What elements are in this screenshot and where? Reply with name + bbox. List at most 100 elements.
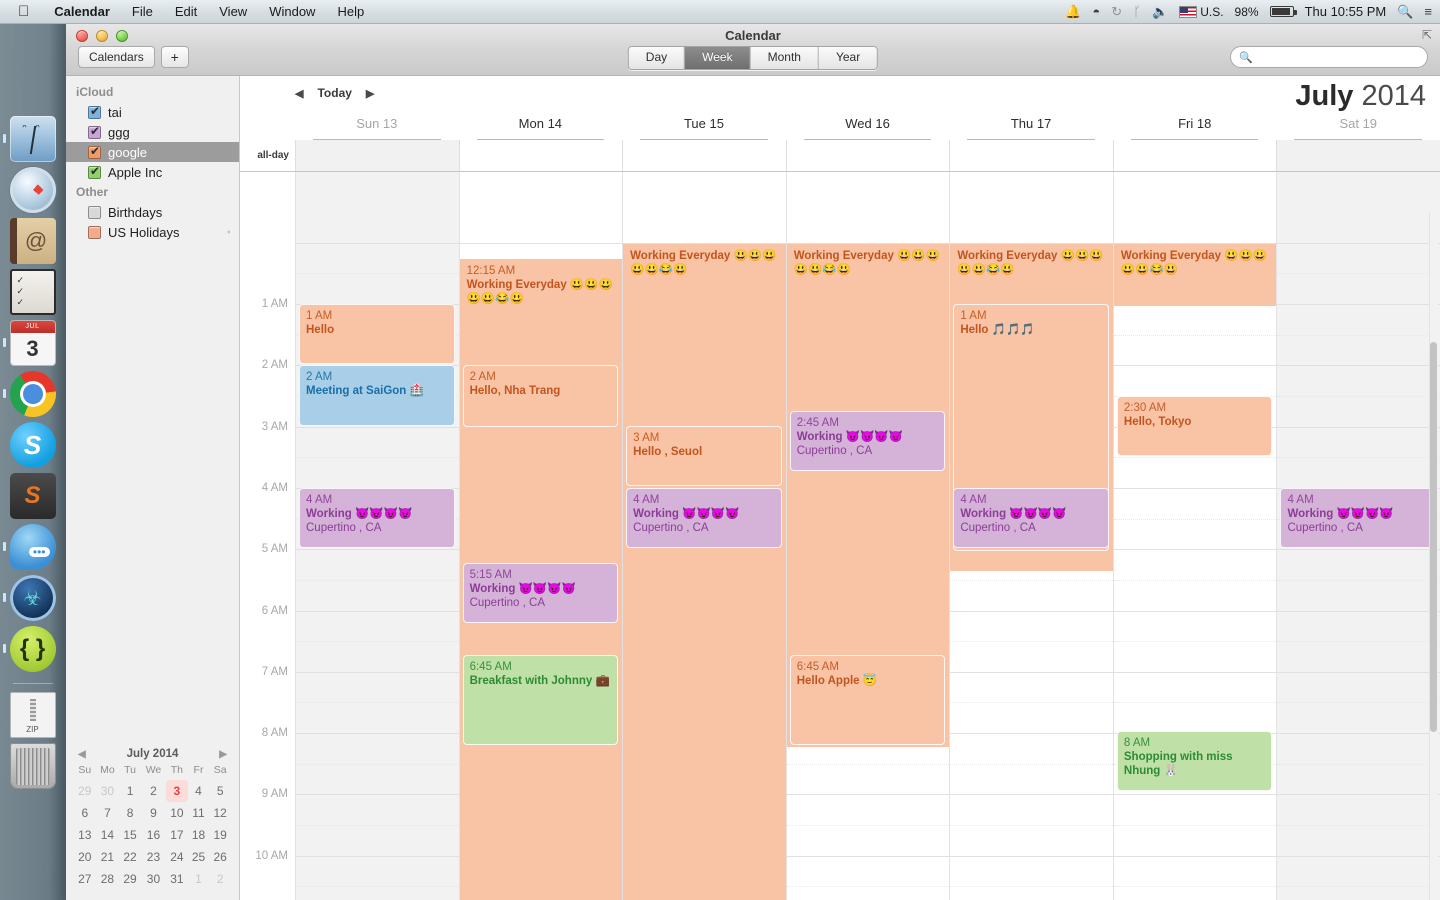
dock-item-chrome[interactable]: [2, 371, 56, 417]
dock-item-reminders[interactable]: [9, 269, 56, 315]
mini-day-cell[interactable]: 12: [209, 802, 231, 824]
sidebar-item-tai[interactable]: tai: [66, 102, 239, 122]
dock-item-brackets[interactable]: { }: [2, 626, 56, 672]
mini-day-cell[interactable]: 29: [119, 868, 141, 890]
menu-item-calendar[interactable]: Calendar: [43, 0, 121, 24]
sidebar-item-apple-inc[interactable]: Apple Inc: [66, 162, 239, 182]
mini-day-cell[interactable]: 29: [74, 780, 96, 802]
day-header-5[interactable]: Fri 18: [1130, 116, 1259, 140]
mini-day-cell[interactable]: 13: [74, 824, 96, 846]
search-input[interactable]: 🔍: [1230, 46, 1428, 68]
calendar-checkbox[interactable]: [88, 225, 101, 239]
mini-day-cell[interactable]: 30: [141, 868, 166, 890]
mini-day-cell[interactable]: 1: [119, 780, 141, 802]
calendar-checkbox[interactable]: [88, 104, 101, 119]
calendar-event[interactable]: 2:45 AM Working 😈😈😈😈 Cupertino , CA: [789, 411, 946, 471]
mini-day-cell[interactable]: 18: [188, 824, 210, 846]
dock-item-zip-archive[interactable]: ZIP: [9, 692, 56, 738]
dock-item-calendar[interactable]: JUL 3: [2, 320, 56, 366]
dock-item-finder[interactable]: [2, 116, 56, 162]
tab-year[interactable]: Year: [818, 47, 878, 69]
volume-icon[interactable]: 🔈: [1152, 4, 1168, 20]
mini-day-cell[interactable]: 6: [74, 802, 96, 824]
clock[interactable]: Thu 10:55 PM: [1305, 4, 1387, 19]
apple-logo-icon[interactable]: : [0, 4, 43, 19]
tab-week[interactable]: Week: [685, 47, 751, 69]
calendar-event[interactable]: 4 AM Working 😈😈😈😈 Cupertino , CA: [626, 488, 782, 548]
chevron-right-icon[interactable]: ▶: [219, 749, 227, 760]
calendar-event[interactable]: Working Everyday 😃😃😃😃😃😂😃: [1113, 244, 1277, 306]
mini-day-cell[interactable]: 10: [166, 802, 188, 824]
calendar-event[interactable]: 3 AM Hello , Seuol: [626, 426, 782, 486]
tab-day[interactable]: Day: [628, 47, 686, 69]
day-header-0[interactable]: Sun 13: [313, 116, 441, 140]
calendars-button[interactable]: Calendars: [78, 46, 155, 68]
calendar-event[interactable]: 1 AM Hello: [299, 304, 455, 364]
triangle-left-icon[interactable]: ◀: [295, 87, 303, 100]
dock-item-safari[interactable]: [9, 167, 56, 213]
dock-item-trash[interactable]: [9, 743, 56, 789]
mini-day-cell[interactable]: 26: [209, 846, 231, 868]
input-source-indicator[interactable]: U.S.: [1179, 5, 1224, 19]
day-column-1[interactable]: 12:15 AM Working Everyday 😃😃😃😃😃😂😃 2 AM Hell…: [458, 172, 623, 900]
sidebar-item-google[interactable]: google: [66, 142, 239, 162]
menu-item-edit[interactable]: Edit: [164, 0, 208, 24]
all-day-cell-4[interactable]: [949, 140, 1113, 171]
mini-day-cell[interactable]: 2: [141, 780, 166, 802]
calendar-checkbox[interactable]: [88, 205, 101, 219]
mini-day-cell[interactable]: 7: [96, 802, 120, 824]
dock-item-contacts[interactable]: [9, 218, 56, 264]
today-button[interactable]: Today: [317, 86, 351, 100]
day-column-3[interactable]: Working Everyday 😃😃😃😃😃😂😃 2:45 AM Working 😈…: [785, 172, 950, 900]
fullscreen-icon[interactable]: ⇱: [1422, 28, 1432, 42]
day-column-0[interactable]: 1 AM Hello 2 AM Meeting at SaiGon 🏥 4 AM Work…: [295, 172, 459, 900]
sidebar-item-birthdays[interactable]: Birthdays: [66, 202, 239, 222]
tab-month[interactable]: Month: [750, 47, 819, 69]
menu-item-window[interactable]: Window: [258, 0, 326, 24]
mini-day-cell[interactable]: 5: [209, 780, 231, 802]
dock-item-skype[interactable]: S: [9, 422, 56, 468]
vertical-scrollbar[interactable]: [1429, 212, 1438, 900]
day-header-1[interactable]: Mon 14: [476, 116, 605, 140]
dock-item-sublime-text[interactable]: S: [9, 473, 56, 519]
mini-day-cell[interactable]: 19: [209, 824, 231, 846]
calendar-checkbox[interactable]: [88, 144, 101, 159]
chevron-left-icon[interactable]: ◀: [78, 749, 86, 760]
calendar-event[interactable]: Working Everyday 😃😃😃😃😃😂😃: [623, 244, 786, 900]
mini-day-cell[interactable]: 20: [74, 846, 96, 868]
bell-icon[interactable]: 🔔: [1065, 4, 1081, 20]
mini-day-cell[interactable]: 1: [188, 868, 210, 890]
calendar-event[interactable]: 6:45 AM Hello Apple 😇: [789, 655, 946, 745]
triangle-right-icon[interactable]: ▶: [366, 87, 374, 100]
search-icon[interactable]: 🔍: [1397, 4, 1413, 20]
calendar-event[interactable]: 5:15 AM Working 😈😈😈😈 Cupertino , CA: [462, 563, 619, 623]
mini-day-cell[interactable]: 23: [141, 846, 166, 868]
calendar-checkbox[interactable]: [88, 164, 101, 179]
mini-day-cell[interactable]: 17: [166, 824, 188, 846]
mini-day-cell[interactable]: 27: [74, 868, 96, 890]
sidebar-item-ggg[interactable]: ggg: [66, 122, 239, 142]
dock-item-messages[interactable]: [2, 524, 56, 570]
add-event-button[interactable]: +: [160, 46, 189, 68]
dock-item-sourcetree[interactable]: ☣: [2, 575, 56, 621]
all-day-cell-2[interactable]: [622, 140, 786, 171]
calendar-event[interactable]: 4 AM Working 😈😈😈😈 Cupertino , CA: [1280, 488, 1437, 548]
day-header-4[interactable]: Thu 17: [967, 116, 1095, 140]
sidebar-item-us-holidays[interactable]: US Holidays ◔: [66, 222, 239, 242]
calendar-event[interactable]: 2 AM Meeting at SaiGon 🏥: [299, 365, 455, 426]
day-header-2[interactable]: Tue 15: [640, 116, 768, 140]
calendar-event[interactable]: 4 AM Working 😈😈😈😈 Cupertino , CA: [299, 488, 455, 548]
list-icon[interactable]: ≡: [1424, 4, 1432, 19]
day-header-6[interactable]: Sat 19: [1294, 116, 1423, 140]
all-day-cell-3[interactable]: [785, 140, 950, 171]
calendar-event[interactable]: 2 AM Hello, Nha Trang: [462, 365, 619, 427]
mini-day-cell[interactable]: 25: [188, 846, 210, 868]
battery-icon[interactable]: [1269, 6, 1297, 17]
battery-percent[interactable]: 98%: [1235, 5, 1259, 19]
mini-day-cell[interactable]: 11: [188, 802, 210, 824]
calendar-event[interactable]: 6:45 AM Breakfast with Johnny 💼: [462, 655, 619, 745]
day-column-6[interactable]: 4 AM Working 😈😈😈😈 Cupertino , CA: [1276, 172, 1440, 900]
all-day-cell-0[interactable]: [295, 140, 459, 171]
mini-day-cell[interactable]: 24: [166, 846, 188, 868]
mini-day-cell[interactable]: 2: [209, 868, 231, 890]
